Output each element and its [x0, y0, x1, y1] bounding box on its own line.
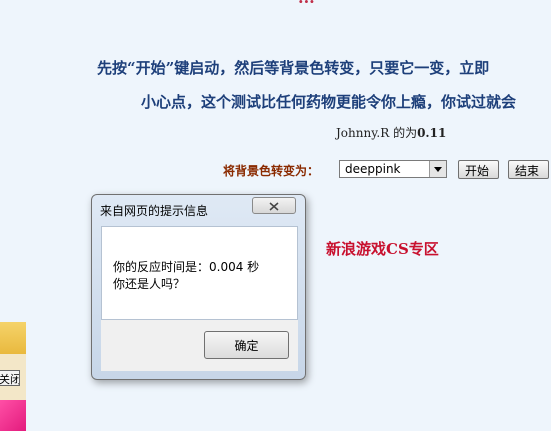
color-select-value: deeppink [345, 162, 401, 176]
ad-close-button[interactable]: 关闭 [0, 370, 20, 386]
page-title-fragment: ... [298, 0, 315, 7]
dialog-message-line-2: 你还是人吗？ [113, 277, 186, 291]
web-page: ... 先按“开始”键启动，然后等背景色转变，只要它一变，立即 小心点，这个测试… [0, 0, 551, 431]
banner-pink-graphic [0, 400, 26, 431]
result-prefix: Johnny.R 的为 [336, 126, 418, 140]
start-button[interactable]: 开始 [458, 160, 499, 179]
sina-cs-link[interactable]: 新浪游戏CS专区 [326, 238, 439, 259]
dialog-close-button[interactable] [252, 197, 296, 214]
color-label: 将背景色转变为： [223, 164, 320, 178]
color-select[interactable]: deeppink [339, 160, 447, 178]
page-title-text: ... [298, 0, 315, 7]
dialog-body: 你的反应时间是：0.004 秒 你还是人吗？ [101, 226, 298, 320]
crown-graphic [0, 322, 26, 354]
triangle-down-icon[interactable] [429, 161, 446, 177]
ok-button[interactable]: 确定 [204, 331, 289, 359]
end-button[interactable]: 结束 [508, 160, 549, 179]
close-icon [269, 196, 279, 215]
best-result: Johnny.R 的为0.11 [336, 124, 446, 141]
intro-line-1: 先按“开始”键启动，然后等背景色转变，只要它一变，立即 [97, 59, 490, 77]
alert-dialog: 来自网页的提示信息 你的反应时间是：0.004 秒 你还是人吗？ 确定 [91, 194, 306, 380]
dialog-title: 来自网页的提示信息 [100, 204, 209, 218]
dialog-message-line-1: 你的反应时间是：0.004 秒 [113, 260, 260, 274]
intro-line-2: 小心点，这个测试比任何药物更能令你上瘾，你试过就会 [141, 93, 517, 111]
result-value: 0.11 [417, 126, 447, 140]
